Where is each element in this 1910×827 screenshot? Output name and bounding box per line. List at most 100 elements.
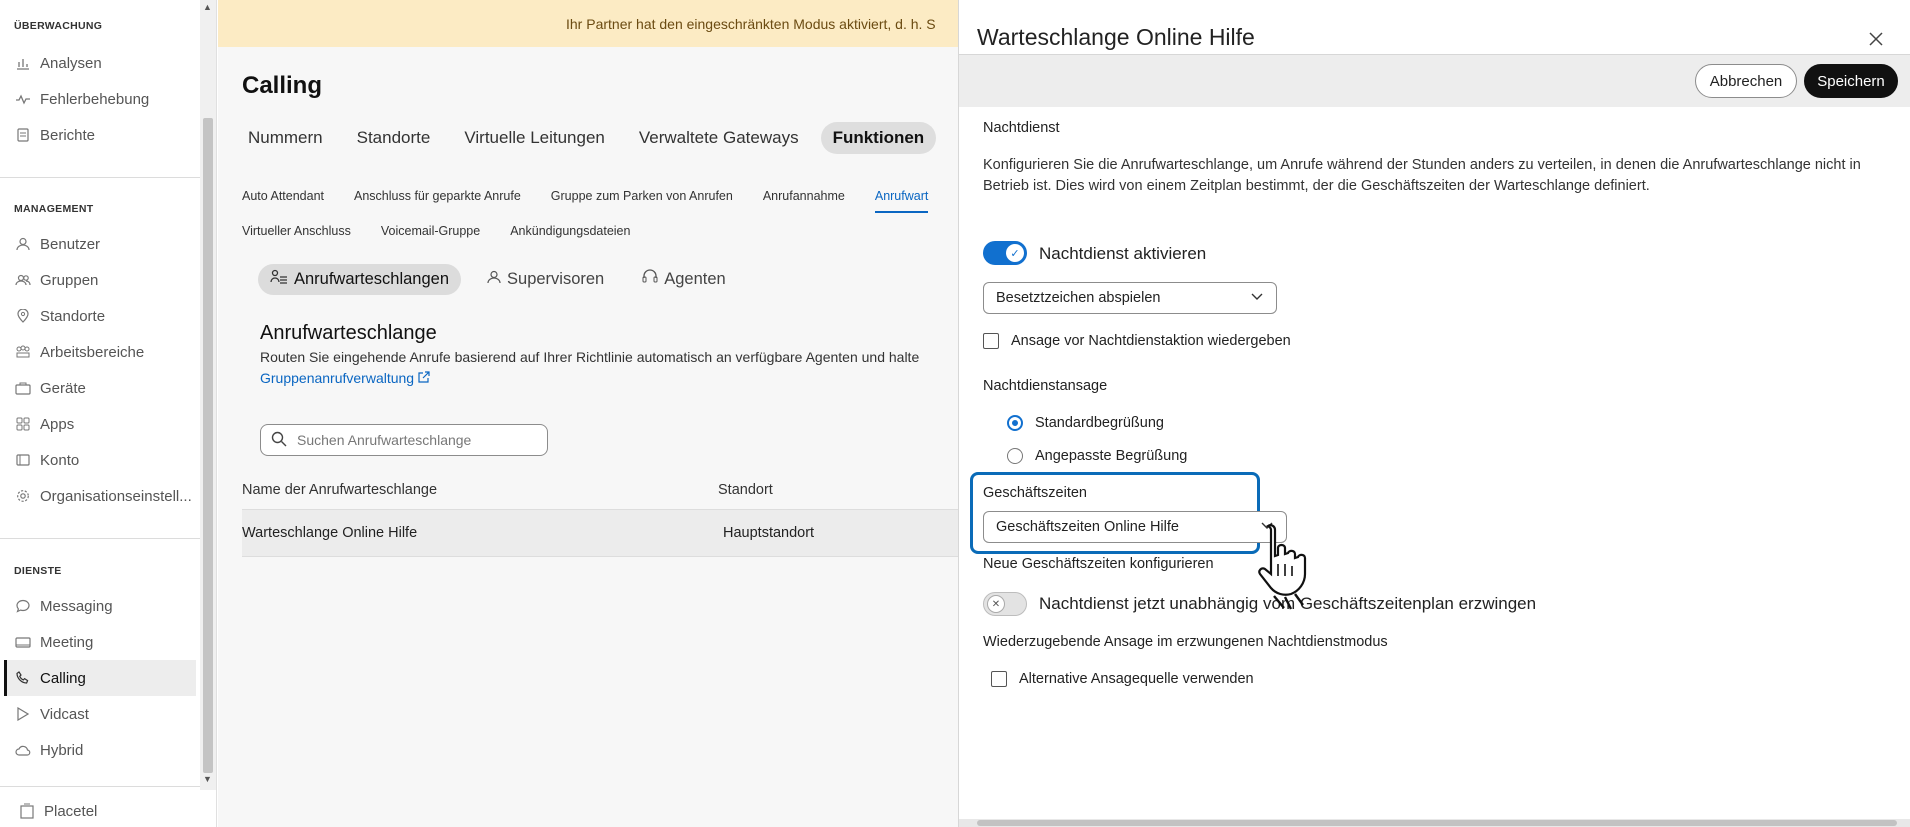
radio-button[interactable] — [1007, 448, 1023, 464]
subtab-anrufannahme[interactable]: Anrufannahme — [763, 189, 845, 213]
sidebar-item-konto[interactable]: Konto — [4, 442, 196, 478]
radio-button[interactable] — [1007, 415, 1023, 431]
sidebar-scrollbar[interactable]: ▲ ▼ — [200, 0, 216, 790]
sidebar-item-gruppen[interactable]: Gruppen — [4, 262, 196, 298]
sidebar-item-label: Gruppen — [40, 271, 99, 289]
checkbox[interactable] — [991, 671, 1007, 687]
sidebar-item-label: Konto — [40, 451, 80, 469]
pill-supervisoren[interactable]: Supervisoren — [475, 265, 616, 294]
main-tabs: Nummern Standorte Virtuelle Leitungen Ve… — [236, 122, 946, 154]
apps-grid-icon — [14, 415, 32, 433]
scroll-down-icon[interactable]: ▼ — [203, 774, 212, 784]
sidebar-footer-placetel[interactable]: Placetel — [8, 793, 200, 827]
sidebar-item-label: Arbeitsbereiche — [40, 343, 145, 361]
view-pills: Anrufwarteschlangen Supervisoren Agenten — [258, 264, 752, 295]
radio-default-greeting[interactable]: Standardbegrüßung — [1007, 415, 1164, 431]
search-input[interactable] — [297, 432, 527, 448]
sidebar-item-label: Analysen — [40, 54, 102, 72]
pill-label: Supervisoren — [507, 270, 605, 288]
horizontal-scrollbar[interactable] — [959, 819, 1910, 827]
sidebar-item-messaging[interactable]: Messaging — [4, 588, 196, 624]
column-header-location[interactable]: Standort — [718, 482, 773, 498]
supervisor-icon — [487, 270, 501, 289]
night-service-toggle[interactable]: ✓ — [983, 241, 1027, 265]
section-management: MANAGEMENT — [14, 203, 94, 215]
queue-search[interactable] — [260, 424, 548, 456]
business-hours-heading: Geschäftszeiten — [983, 485, 1087, 501]
sidebar-item-standorte[interactable]: Standorte — [4, 298, 196, 334]
tab-virtuelle-leitungen[interactable]: Virtuelle Leitungen — [452, 122, 617, 154]
sidebar-item-label: Apps — [40, 415, 75, 433]
announce-before-action-checkbox[interactable]: Ansage vor Nachtdienstaktion wiedergeben — [983, 333, 1291, 349]
sidebar: ÜBERWACHUNG Analysen Fehlerbehebung Beri… — [0, 0, 200, 827]
phone-icon — [14, 669, 32, 687]
side-panel: Warteschlange Online Hilfe Abbrechen Spe… — [958, 0, 1910, 827]
night-action-select[interactable]: Besetztzeichen abspielen — [983, 282, 1277, 314]
subtab-virtueller-anschluss[interactable]: Virtueller Anschluss — [242, 224, 351, 238]
main-content: Ihr Partner hat den eingeschränkten Modu… — [218, 0, 958, 827]
chat-bubble-icon — [14, 597, 32, 615]
account-icon — [14, 451, 32, 469]
sidebar-item-arbeitsbereiche[interactable]: Arbeitsbereiche — [4, 334, 196, 370]
subtab-geparkte-anrufe[interactable]: Anschluss für geparkte Anrufe — [354, 189, 521, 213]
workspace-icon — [14, 343, 32, 361]
sidebar-item-benutzer[interactable]: Benutzer — [4, 226, 196, 262]
configure-business-hours-link[interactable]: Neue Geschäftszeiten konfigurieren — [983, 556, 1214, 572]
radio-label: Standardbegrüßung — [1035, 415, 1164, 431]
section-title: Anrufwarteschlange — [260, 322, 437, 344]
pill-anrufwarteschlangen[interactable]: Anrufwarteschlangen — [258, 264, 462, 295]
scroll-up-icon[interactable]: ▲ — [203, 2, 212, 12]
sidebar-item-berichte[interactable]: Berichte — [4, 117, 196, 153]
subtab-auto-attendant[interactable]: Auto Attendant — [242, 189, 324, 213]
subtab-parken-gruppe[interactable]: Gruppe zum Parken von Anrufen — [551, 189, 733, 213]
tab-funktionen[interactable]: Funktionen — [820, 122, 937, 154]
sidebar-item-calling[interactable]: Calling — [4, 660, 196, 696]
radio-custom-greeting[interactable]: Angepasste Begrüßung — [1007, 448, 1187, 464]
sidebar-item-label: Benutzer — [40, 235, 101, 253]
sidebar-item-label: Vidcast — [40, 705, 89, 723]
play-icon — [14, 705, 32, 723]
subtab-voicemail-gruppe[interactable]: Voicemail-Gruppe — [381, 224, 480, 238]
link-text: Gruppenanrufverwaltung — [260, 370, 415, 386]
queue-icon — [270, 269, 288, 290]
column-header-name[interactable]: Name der Anrufwarteschlange — [242, 482, 437, 498]
sidebar-item-hybrid[interactable]: Hybrid — [4, 732, 196, 768]
business-hours-select[interactable]: Geschäftszeiten Online Hilfe — [983, 511, 1287, 543]
tab-verwaltete-gateways[interactable]: Verwaltete Gateways — [627, 122, 811, 154]
alternative-source-checkbox[interactable]: Alternative Ansagequelle verwenden — [991, 671, 1254, 687]
sidebar-item-fehlerbehebung[interactable]: Fehlerbehebung — [4, 81, 196, 117]
cancel-button[interactable]: Abbrechen — [1695, 64, 1797, 98]
panel-toolbar: Abbrechen Speichern — [959, 55, 1910, 107]
sidebar-item-geraete[interactable]: Geräte — [4, 370, 196, 406]
sidebar-item-label: Hybrid — [40, 741, 84, 759]
chart-icon — [14, 54, 32, 72]
sidebar-item-meeting[interactable]: Meeting — [4, 624, 196, 660]
sidebar-item-analysen[interactable]: Analysen — [4, 45, 196, 81]
tab-nummern[interactable]: Nummern — [236, 122, 335, 154]
document-icon — [14, 126, 32, 144]
subtab-ankuendigungsdateien[interactable]: Ankündigungsdateien — [510, 224, 630, 238]
pill-agenten[interactable]: Agenten — [630, 264, 737, 295]
sidebar-item-apps[interactable]: Apps — [4, 406, 196, 442]
tab-standorte[interactable]: Standorte — [345, 122, 443, 154]
scrollbar-thumb[interactable] — [203, 118, 213, 773]
group-call-management-link[interactable]: Gruppenanrufverwaltung — [260, 370, 430, 386]
night-announcement-heading: Nachtdienstansage — [983, 378, 1108, 394]
sidebar-item-organisation[interactable]: Organisationseinstell... — [4, 478, 196, 514]
restricted-mode-banner: Ihr Partner hat den eingeschränkten Modu… — [218, 0, 958, 47]
subtab-anrufwarteschlange[interactable]: Anrufwart — [874, 189, 929, 213]
subtabs-row-2: Virtueller Anschluss Voicemail-Gruppe An… — [242, 224, 660, 238]
scrollbar-thumb[interactable] — [977, 820, 1897, 826]
checkbox-label: Ansage vor Nachtdienstaktion wiedergeben — [1011, 333, 1291, 349]
group-icon — [14, 271, 32, 289]
force-night-service-toggle[interactable]: ✕ — [983, 592, 1027, 616]
sidebar-item-label: Organisationseinstell... — [40, 487, 192, 505]
select-value: Besetztzeichen abspielen — [996, 290, 1161, 306]
section-monitoring: ÜBERWACHUNG — [14, 20, 103, 32]
sidebar-item-vidcast[interactable]: Vidcast — [4, 696, 196, 732]
table-row[interactable]: Warteschlange Online Hilfe Hauptstandort — [242, 509, 958, 557]
close-button[interactable] — [1866, 30, 1886, 50]
headset-icon — [642, 269, 658, 290]
save-button[interactable]: Speichern — [1804, 64, 1898, 98]
checkbox[interactable] — [983, 333, 999, 349]
